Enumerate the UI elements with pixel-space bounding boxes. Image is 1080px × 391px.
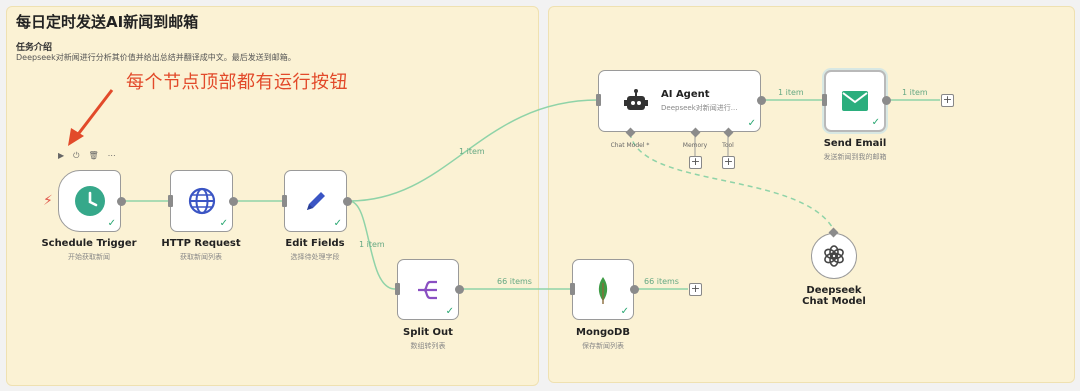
annotation-arrow (74, 89, 114, 138)
output-port[interactable] (343, 197, 352, 206)
chat-model-label: Chat Model * (610, 142, 650, 149)
node-sublabel: 保存新闻列表 (582, 342, 624, 350)
pencil-icon (302, 187, 330, 215)
node-sublabel: 发送新闻到我的邮箱 (823, 153, 887, 161)
output-port[interactable] (757, 96, 766, 105)
robot-icon (623, 88, 649, 114)
split-icon (415, 277, 441, 303)
add-node-button[interactable]: + (941, 94, 954, 107)
edge-label: 1 item (359, 240, 385, 249)
globe-icon (188, 187, 216, 215)
node-schedule-trigger[interactable]: ✓ (58, 170, 121, 232)
node-http-request[interactable]: ✓ (170, 170, 233, 232)
input-port[interactable] (395, 283, 400, 295)
node-mongodb[interactable]: ✓ (572, 259, 634, 320)
output-port[interactable] (455, 285, 464, 294)
node-send-email[interactable]: ✓ (824, 70, 886, 132)
tool-label: Tool (722, 142, 734, 149)
node-sublabel: 选择待处理字段 (290, 253, 340, 261)
check-icon: ✓ (747, 118, 756, 129)
node-label: Split Out (403, 327, 453, 338)
edge-label: 1 item (902, 88, 928, 97)
add-tool-button[interactable]: + (722, 156, 735, 169)
openai-icon (822, 244, 846, 268)
add-node-button[interactable]: + (689, 283, 702, 296)
add-memory-button[interactable]: + (689, 156, 702, 169)
input-port[interactable] (822, 94, 827, 106)
node-label: Deepseek Chat Model (802, 285, 866, 307)
node-sublabel: 数组转列表 (410, 342, 446, 350)
node-toolbar: ▶ ⏻ 🗑 ⋯ (58, 151, 116, 161)
output-port[interactable] (117, 197, 126, 206)
email-icon (841, 90, 869, 112)
agent-text: AI Agent Deepseek对新闻进行... (661, 89, 737, 113)
check-icon: ✓ (333, 218, 342, 229)
node-deepseek-chat-model[interactable] (811, 233, 857, 279)
edge-label: 66 items (497, 277, 532, 286)
check-icon: ✓ (219, 218, 228, 229)
check-icon: ✓ (445, 306, 454, 317)
node-label: AI Agent (661, 89, 710, 100)
power-icon[interactable]: ⏻ (73, 151, 79, 161)
node-edit-fields[interactable]: ✓ (284, 170, 347, 232)
trash-icon[interactable]: 🗑 (88, 151, 98, 161)
node-label: MongoDB (576, 327, 630, 338)
node-split-out[interactable]: ✓ (397, 259, 459, 320)
edge-label: 1 item (778, 88, 804, 97)
check-icon: ✓ (620, 306, 629, 317)
input-port[interactable] (570, 283, 575, 295)
node-label: Send Email (823, 138, 887, 149)
node-sublabel: Deepseek对新闻进行... (661, 104, 738, 112)
node-ai-agent[interactable]: AI Agent Deepseek对新闻进行... ✓ (598, 70, 761, 132)
output-port[interactable] (630, 285, 639, 294)
check-icon: ✓ (871, 117, 880, 128)
check-icon: ✓ (107, 218, 116, 229)
play-icon[interactable]: ▶ (58, 151, 64, 161)
clock-icon (73, 184, 107, 218)
edge-label: 1 item (459, 147, 485, 156)
input-port[interactable] (282, 195, 287, 207)
edge-label: 66 items (644, 277, 679, 286)
input-port[interactable] (596, 94, 601, 106)
trigger-bolt-icon: ⚡ (43, 193, 53, 209)
output-port[interactable] (229, 197, 238, 206)
output-port[interactable] (882, 96, 891, 105)
mongodb-leaf-icon (593, 275, 613, 305)
input-port[interactable] (168, 195, 173, 207)
more-icon[interactable]: ⋯ (108, 151, 116, 161)
